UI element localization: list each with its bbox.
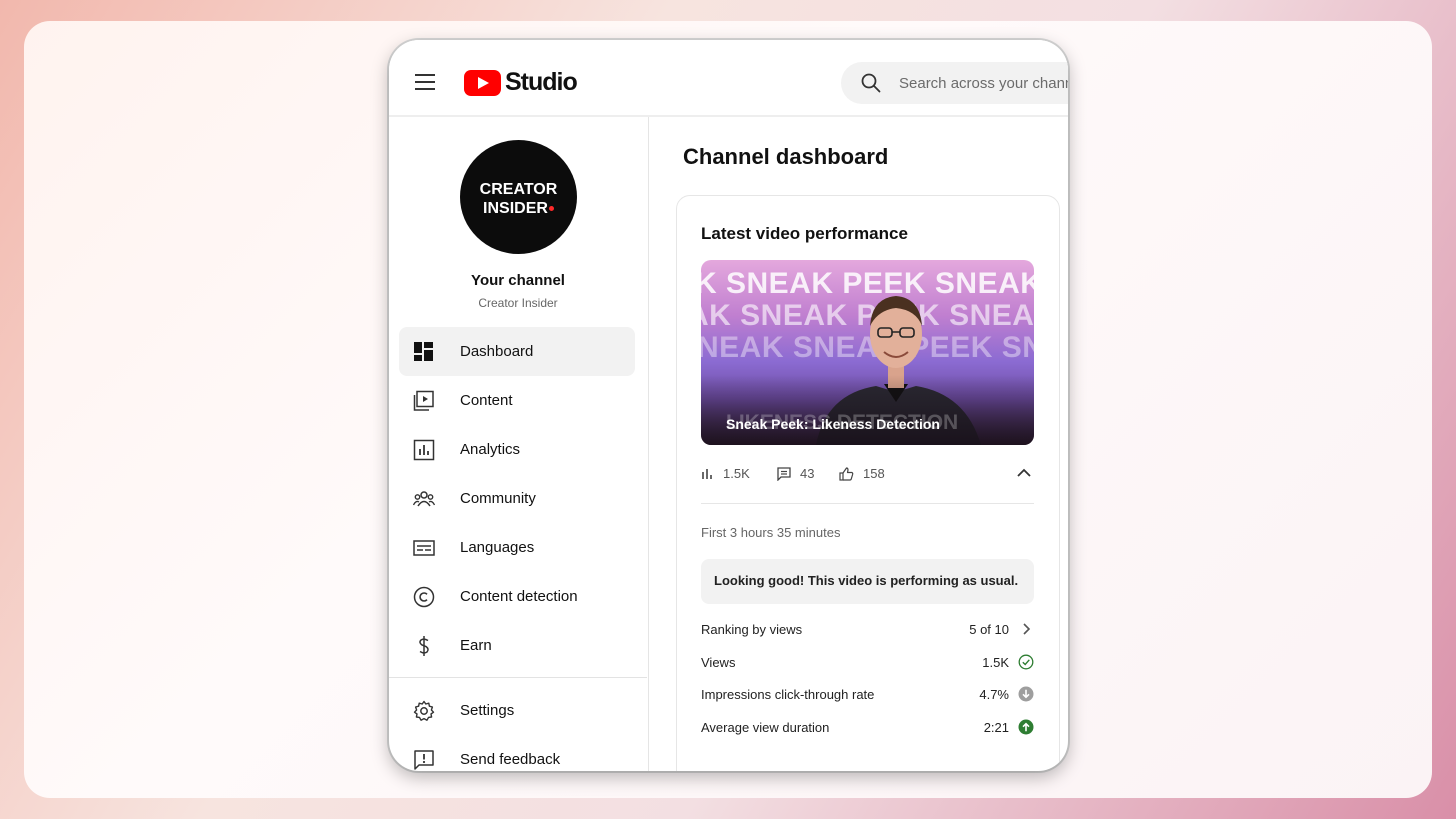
copyright-icon <box>413 586 435 607</box>
main-content: Channel dashboard Latest video performan… <box>650 117 1068 771</box>
arrow-down-circle-icon <box>1018 686 1034 702</box>
channel-name: Creator Insider <box>478 296 558 310</box>
metric-label: Views <box>701 654 736 670</box>
views-stat: 1.5K <box>701 466 750 481</box>
chevron-up-icon[interactable] <box>1017 468 1031 478</box>
sidebar-divider <box>389 677 647 678</box>
metric-impressions-ctr: Impressions click-through rate 4.7% <box>701 682 1034 715</box>
sidebar-item-label: Send feedback <box>460 751 561 768</box>
analytics-icon <box>413 439 435 460</box>
sidebar-item-label: Dashboard <box>460 343 534 360</box>
metric-label: Ranking by views <box>701 622 803 637</box>
feedback-icon <box>414 749 434 770</box>
dashboard-icon <box>414 341 433 361</box>
sidebar-item-label: Settings <box>460 702 515 719</box>
card-title: Latest video performance <box>701 224 908 243</box>
performance-notice: Looking good! This video is performing a… <box>701 559 1034 604</box>
sidebar-nav: Dashboard Content Analytics Community La… <box>389 327 647 771</box>
youtube-play-icon <box>464 69 501 96</box>
sidebar-item-label: Analytics <box>460 441 521 458</box>
metrics-list: Ranking by views 5 of 10 Views 1.5K Impr… <box>701 617 1034 747</box>
metric-views: Views 1.5K <box>701 650 1034 683</box>
sidebar-item-community[interactable]: Community <box>389 474 647 523</box>
logo-text: Studio <box>505 68 578 96</box>
sidebar-item-content-detection[interactable]: Content detection <box>389 572 647 621</box>
metric-label: Average view duration <box>701 719 830 735</box>
metric-ranking-by-views[interactable]: Ranking by views 5 of 10 <box>701 617 1034 650</box>
studio-window: Studio CREATOR INSIDER Your channel Crea… <box>389 40 1068 771</box>
likes-count: 158 <box>863 466 885 481</box>
chevron-right-icon[interactable] <box>1018 621 1034 637</box>
sidebar-item-analytics[interactable]: Analytics <box>389 425 647 474</box>
metric-value: 5 of 10 <box>969 622 1009 637</box>
sidebar-item-dashboard[interactable]: Dashboard <box>399 327 635 376</box>
metric-value: 2:21 <box>983 719 1009 735</box>
red-dot-icon <box>548 206 554 212</box>
latest-video-performance-card: Latest video performance K SNEAK PEEK SN… <box>676 195 1060 771</box>
comments-count: 43 <box>800 466 815 481</box>
studio-logo[interactable]: Studio <box>464 68 578 97</box>
sidebar-item-label: Content detection <box>460 588 578 605</box>
video-thumbnail[interactable]: K SNEAK PEEK SNEAK PEEK AK SNEAK PEEK SN… <box>701 260 1034 445</box>
check-circle-icon <box>1018 654 1034 669</box>
sidebar-item-label: Earn <box>460 637 492 654</box>
search-bar[interactable] <box>841 62 1068 104</box>
comment-icon <box>777 466 791 481</box>
likes-stat: 158 <box>839 466 885 481</box>
search-icon[interactable] <box>861 73 881 93</box>
arrow-up-circle-icon <box>1018 719 1034 734</box>
performance-period: First 3 hours 35 minutes <box>701 525 841 540</box>
sidebar-item-languages[interactable]: Languages <box>389 523 647 572</box>
languages-icon <box>413 539 435 556</box>
dollar-icon <box>419 635 429 656</box>
sidebar-item-settings[interactable]: Settings <box>389 686 647 735</box>
divider <box>701 503 1034 504</box>
gear-icon <box>413 700 435 721</box>
content-icon <box>413 390 434 411</box>
metric-label: Impressions click-through rate <box>701 687 875 702</box>
top-bar: Studio <box>389 40 1068 117</box>
views-count: 1.5K <box>723 466 750 481</box>
channel-title: Your channel <box>471 272 565 289</box>
search-input[interactable] <box>899 62 1068 104</box>
sidebar-item-label: Community <box>460 490 536 507</box>
thumbs-up-icon <box>839 466 854 481</box>
sidebar-item-content[interactable]: Content <box>389 376 647 425</box>
sidebar: CREATOR INSIDER Your channel Creator Ins… <box>389 117 649 771</box>
comments-stat: 43 <box>777 466 814 481</box>
bar-chart-icon <box>702 469 712 479</box>
video-stats-row: 1.5K 43 158 <box>701 466 1034 486</box>
avatar-line2: INSIDER <box>483 200 548 217</box>
metric-average-view-duration: Average view duration 2:21 <box>701 715 1034 748</box>
menu-icon[interactable] <box>415 74 435 90</box>
metric-value: 1.5K <box>982 654 1009 670</box>
page-title: Channel dashboard <box>683 144 889 169</box>
metric-value: 4.7% <box>979 687 1009 702</box>
video-title: Sneak Peek: Likeness Detection <box>726 416 940 432</box>
avatar[interactable]: CREATOR INSIDER <box>460 140 577 254</box>
sidebar-item-label: Languages <box>460 539 535 556</box>
avatar-line1: CREATOR <box>479 181 558 198</box>
sidebar-item-label: Content <box>460 392 513 409</box>
community-icon <box>413 490 435 506</box>
sidebar-item-earn[interactable]: Earn <box>389 621 647 670</box>
sidebar-item-send-feedback[interactable]: Send feedback <box>389 735 647 771</box>
